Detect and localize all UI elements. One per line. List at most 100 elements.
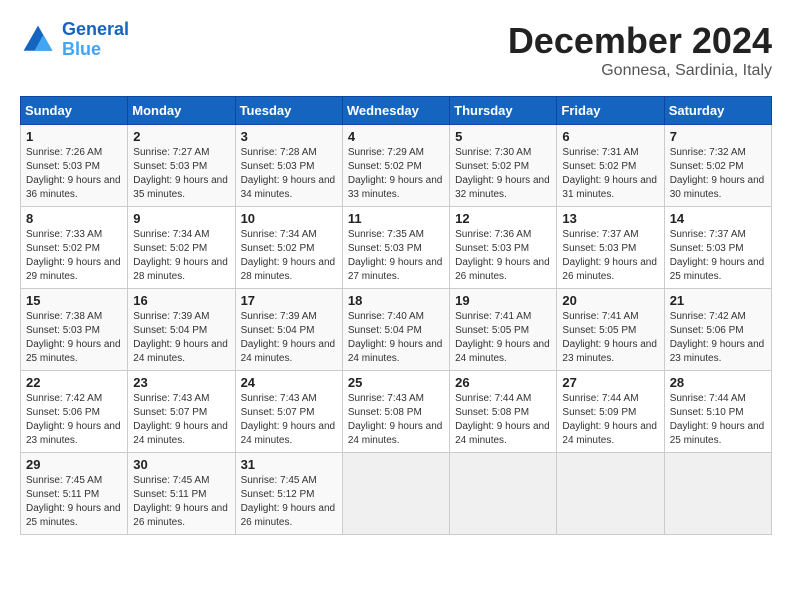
day-number: 13 bbox=[562, 211, 658, 226]
day-number: 20 bbox=[562, 293, 658, 308]
day-number: 26 bbox=[455, 375, 551, 390]
logo: General Blue bbox=[20, 20, 129, 60]
day-number: 21 bbox=[670, 293, 766, 308]
day-info: Sunrise: 7:39 AMSunset: 5:04 PMDaylight:… bbox=[241, 310, 337, 366]
calendar-cell: 14 Sunrise: 7:37 AMSunset: 5:03 PMDayligh… bbox=[664, 207, 771, 289]
day-info: Sunrise: 7:26 AMSunset: 5:03 PMDaylight:… bbox=[26, 146, 122, 202]
weekday-header-wednesday: Wednesday bbox=[342, 97, 449, 125]
day-info: Sunrise: 7:42 AMSunset: 5:06 PMDaylight:… bbox=[26, 392, 122, 448]
calendar-cell: 12 Sunrise: 7:36 AMSunset: 5:03 PMDayligh… bbox=[450, 207, 557, 289]
weekday-header-thursday: Thursday bbox=[450, 97, 557, 125]
day-info: Sunrise: 7:37 AMSunset: 5:03 PMDaylight:… bbox=[670, 228, 766, 284]
calendar-cell: 1 Sunrise: 7:26 AMSunset: 5:03 PMDaylight… bbox=[21, 125, 128, 207]
day-number: 24 bbox=[241, 375, 337, 390]
calendar-cell bbox=[450, 453, 557, 535]
calendar-cell: 2Sunrise: 7:27 AMSunset: 5:03 PMDaylight… bbox=[128, 125, 235, 207]
day-info: Sunrise: 7:40 AMSunset: 5:04 PMDaylight:… bbox=[348, 310, 444, 366]
day-info: Sunrise: 7:30 AMSunset: 5:02 PMDaylight:… bbox=[455, 146, 551, 202]
calendar-cell: 21 Sunrise: 7:42 AMSunset: 5:06 PMDayligh… bbox=[664, 289, 771, 371]
day-info: Sunrise: 7:35 AMSunset: 5:03 PMDaylight:… bbox=[348, 228, 444, 284]
day-number: 19 bbox=[455, 293, 551, 308]
day-info: Sunrise: 7:43 AMSunset: 5:07 PMDaylight:… bbox=[133, 392, 229, 448]
day-info: Sunrise: 7:44 AMSunset: 5:10 PMDaylight:… bbox=[670, 392, 766, 448]
logo-text: General Blue bbox=[62, 20, 129, 60]
calendar-cell: 15Sunrise: 7:38 AMSunset: 5:03 PMDayligh… bbox=[21, 289, 128, 371]
day-info: Sunrise: 7:39 AMSunset: 5:04 PMDaylight:… bbox=[133, 310, 229, 366]
calendar-cell: 19 Sunrise: 7:41 AMSunset: 5:05 PMDayligh… bbox=[450, 289, 557, 371]
day-info: Sunrise: 7:43 AMSunset: 5:08 PMDaylight:… bbox=[348, 392, 444, 448]
calendar-cell: 4 Sunrise: 7:29 AMSunset: 5:02 PMDaylight… bbox=[342, 125, 449, 207]
day-info: Sunrise: 7:41 AMSunset: 5:05 PMDaylight:… bbox=[455, 310, 551, 366]
day-info: Sunrise: 7:45 AMSunset: 5:12 PMDaylight:… bbox=[241, 474, 337, 530]
day-number: 6 bbox=[562, 129, 658, 144]
day-info: Sunrise: 7:32 AMSunset: 5:02 PMDaylight:… bbox=[670, 146, 766, 202]
day-number: 1 bbox=[26, 129, 122, 144]
day-number: 5 bbox=[455, 129, 551, 144]
day-number: 27 bbox=[562, 375, 658, 390]
day-info: Sunrise: 7:29 AMSunset: 5:02 PMDaylight:… bbox=[348, 146, 444, 202]
day-info: Sunrise: 7:34 AMSunset: 5:02 PMDaylight:… bbox=[133, 228, 229, 284]
calendar-cell: 22 Sunrise: 7:42 AMSunset: 5:06 PMDayligh… bbox=[21, 371, 128, 453]
calendar-cell: 16 Sunrise: 7:39 AMSunset: 5:04 PMDayligh… bbox=[128, 289, 235, 371]
page-header: General Blue December 2024 Gonnesa, Sard… bbox=[20, 20, 772, 80]
calendar-week-2: 8Sunrise: 7:33 AMSunset: 5:02 PMDaylight… bbox=[21, 207, 772, 289]
day-number: 30 bbox=[133, 457, 229, 472]
day-number: 25 bbox=[348, 375, 444, 390]
day-info: Sunrise: 7:34 AMSunset: 5:02 PMDaylight:… bbox=[241, 228, 337, 284]
day-info: Sunrise: 7:43 AMSunset: 5:07 PMDaylight:… bbox=[241, 392, 337, 448]
day-info: Sunrise: 7:42 AMSunset: 5:06 PMDaylight:… bbox=[670, 310, 766, 366]
weekday-header-sunday: Sunday bbox=[21, 97, 128, 125]
day-info: Sunrise: 7:28 AMSunset: 5:03 PMDaylight:… bbox=[241, 146, 337, 202]
day-number: 23 bbox=[133, 375, 229, 390]
calendar-cell: 29 Sunrise: 7:45 AMSunset: 5:11 PMDayligh… bbox=[21, 453, 128, 535]
day-number: 17 bbox=[241, 293, 337, 308]
day-info: Sunrise: 7:36 AMSunset: 5:03 PMDaylight:… bbox=[455, 228, 551, 284]
calendar-cell: 30 Sunrise: 7:45 AMSunset: 5:11 PMDayligh… bbox=[128, 453, 235, 535]
calendar-cell bbox=[342, 453, 449, 535]
day-number: 22 bbox=[26, 375, 122, 390]
calendar-cell: 24 Sunrise: 7:43 AMSunset: 5:07 PMDayligh… bbox=[235, 371, 342, 453]
day-info: Sunrise: 7:45 AMSunset: 5:11 PMDaylight:… bbox=[133, 474, 229, 530]
day-info: Sunrise: 7:31 AMSunset: 5:02 PMDaylight:… bbox=[562, 146, 658, 202]
calendar-cell: 31 Sunrise: 7:45 AMSunset: 5:12 PMDayligh… bbox=[235, 453, 342, 535]
calendar-week-5: 29 Sunrise: 7:45 AMSunset: 5:11 PMDayligh… bbox=[21, 453, 772, 535]
day-info: Sunrise: 7:45 AMSunset: 5:11 PMDaylight:… bbox=[26, 474, 122, 530]
day-number: 31 bbox=[241, 457, 337, 472]
day-number: 14 bbox=[670, 211, 766, 226]
month-title: December 2024 bbox=[508, 20, 772, 62]
calendar-cell: 10 Sunrise: 7:34 AMSunset: 5:02 PMDayligh… bbox=[235, 207, 342, 289]
weekday-header-tuesday: Tuesday bbox=[235, 97, 342, 125]
calendar-table: SundayMondayTuesdayWednesdayThursdayFrid… bbox=[20, 96, 772, 535]
calendar-cell bbox=[557, 453, 664, 535]
day-number: 9 bbox=[133, 211, 229, 226]
calendar-week-4: 22 Sunrise: 7:42 AMSunset: 5:06 PMDayligh… bbox=[21, 371, 772, 453]
day-number: 4 bbox=[348, 129, 444, 144]
day-number: 11 bbox=[348, 211, 444, 226]
day-number: 3 bbox=[241, 129, 337, 144]
day-info: Sunrise: 7:37 AMSunset: 5:03 PMDaylight:… bbox=[562, 228, 658, 284]
calendar-cell: 6 Sunrise: 7:31 AMSunset: 5:02 PMDaylight… bbox=[557, 125, 664, 207]
day-info: Sunrise: 7:44 AMSunset: 5:08 PMDaylight:… bbox=[455, 392, 551, 448]
calendar-cell: 27Sunrise: 7:44 AMSunset: 5:09 PMDayligh… bbox=[557, 371, 664, 453]
calendar-cell: 11 Sunrise: 7:35 AMSunset: 5:03 PMDayligh… bbox=[342, 207, 449, 289]
calendar-cell: 9 Sunrise: 7:34 AMSunset: 5:02 PMDaylight… bbox=[128, 207, 235, 289]
day-number: 12 bbox=[455, 211, 551, 226]
day-number: 28 bbox=[670, 375, 766, 390]
calendar-cell: 3 Sunrise: 7:28 AMSunset: 5:03 PMDaylight… bbox=[235, 125, 342, 207]
calendar-cell: 26 Sunrise: 7:44 AMSunset: 5:08 PMDayligh… bbox=[450, 371, 557, 453]
calendar-cell bbox=[664, 453, 771, 535]
calendar-cell: 28 Sunrise: 7:44 AMSunset: 5:10 PMDayligh… bbox=[664, 371, 771, 453]
calendar-cell: 23 Sunrise: 7:43 AMSunset: 5:07 PMDayligh… bbox=[128, 371, 235, 453]
day-info: Sunrise: 7:41 AMSunset: 5:05 PMDaylight:… bbox=[562, 310, 658, 366]
day-number: 10 bbox=[241, 211, 337, 226]
weekday-header-friday: Friday bbox=[557, 97, 664, 125]
day-number: 15 bbox=[26, 293, 122, 308]
day-number: 8 bbox=[26, 211, 122, 226]
day-number: 29 bbox=[26, 457, 122, 472]
weekday-header-saturday: Saturday bbox=[664, 97, 771, 125]
calendar-cell: 13 Sunrise: 7:37 AMSunset: 5:03 PMDayligh… bbox=[557, 207, 664, 289]
calendar-week-3: 15Sunrise: 7:38 AMSunset: 5:03 PMDayligh… bbox=[21, 289, 772, 371]
calendar-cell: 8Sunrise: 7:33 AMSunset: 5:02 PMDaylight… bbox=[21, 207, 128, 289]
calendar-cell: 18Sunrise: 7:40 AMSunset: 5:04 PMDayligh… bbox=[342, 289, 449, 371]
day-number: 16 bbox=[133, 293, 229, 308]
